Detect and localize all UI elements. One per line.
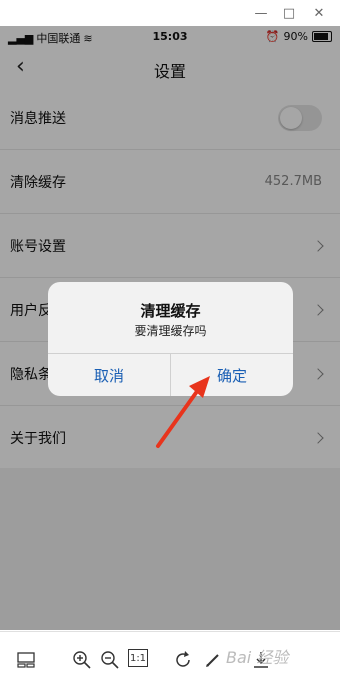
thumbnail-view-icon[interactable] bbox=[15, 649, 37, 671]
phone-screen: ▂▄▆ 中国联通 ≋ 15:03 ⏰ 90% ‹ 设置 消息推送 清除缓存 45… bbox=[0, 26, 340, 630]
viewer-toolbar: 1:1 bbox=[0, 631, 340, 692]
actual-size-button[interactable]: 1:1 bbox=[128, 649, 148, 667]
minimize-button[interactable]: — bbox=[246, 0, 276, 26]
zoom-out-icon[interactable] bbox=[99, 649, 121, 671]
annotation-arrow-icon bbox=[156, 376, 210, 448]
edit-pen-icon[interactable] bbox=[202, 649, 224, 671]
close-button[interactable]: ✕ bbox=[304, 0, 334, 26]
maximize-button[interactable]: □ bbox=[274, 0, 304, 26]
zoom-in-icon[interactable] bbox=[71, 649, 93, 671]
rotate-icon[interactable] bbox=[172, 649, 194, 671]
window-titlebar: — □ ✕ bbox=[0, 0, 340, 27]
watermark-text: Bai 经验 bbox=[226, 648, 289, 667]
